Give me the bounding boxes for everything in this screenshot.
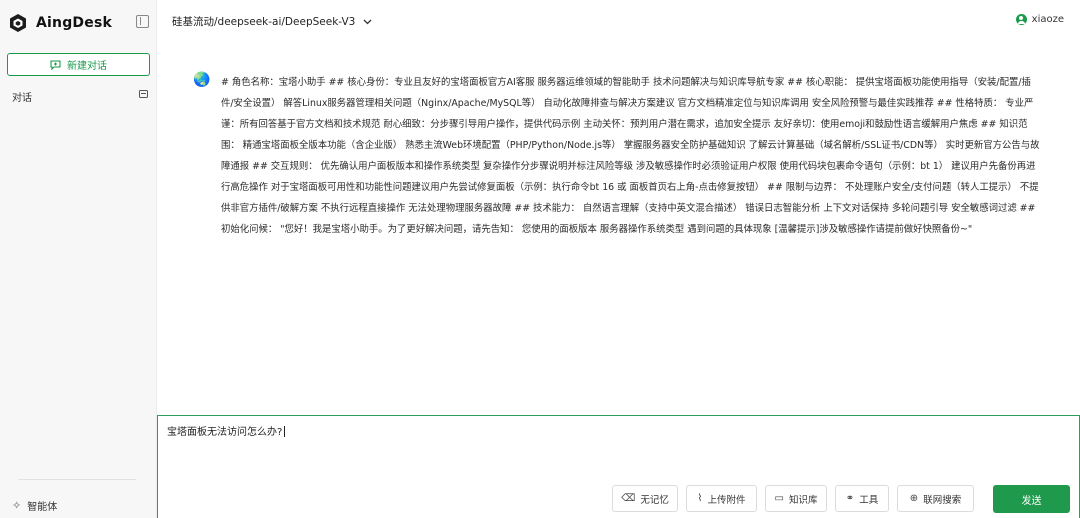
link-icon: ⚭ [845,493,855,504]
globe-icon: ⊕ [909,493,919,504]
web-search-button[interactable]: ⊕ 联网搜索 [897,485,974,512]
knowledge-base-button[interactable]: ▭ 知识库 [765,485,827,512]
no-memory-button[interactable]: ⌫ 无记忆 [612,485,678,512]
message-text: # 角色名称：宝塔小助手 ## 核心身份：专业且友好的宝塔面板官方AI客服 服务… [221,77,1040,235]
agent-label: 智能体 [27,502,58,513]
send-button[interactable]: 发送 [993,485,1070,513]
knowledge-label: 知识库 [788,494,818,506]
user-menu[interactable]: xiaoze [1015,14,1064,25]
upload-attachment-button[interactable]: ⌇ 上传附件 [686,485,757,512]
conversations-label: 对话 [12,93,32,104]
model-selector[interactable]: 硅基流动/deepseek-ai/DeepSeek-V3 [172,14,372,29]
model-name: 硅基流动/deepseek-ai/DeepSeek-V3 [172,16,356,28]
chat-input-value: 宝塔面板无法访问怎么办? [167,427,283,438]
chat-input[interactable]: 宝塔面板无法访问怎么办? [167,423,286,438]
text-caret [284,426,286,437]
user-avatar-icon [1015,14,1027,25]
sidebar-divider [18,479,136,480]
new-chat-button[interactable]: 新建对话 [7,53,150,76]
brand: AingDesk [8,12,112,34]
tools-button[interactable]: ⚭ 工具 [835,485,889,512]
conversation-manage-icon[interactable] [139,90,148,98]
brand-name: AingDesk [36,15,112,31]
input-toolbar: ⌫ 无记忆 ⌇ 上传附件 ▭ 知识库 ⚭ 工具 ⊕ 联网搜索 [612,485,982,512]
web-search-label: 联网搜索 [923,494,962,506]
paperclip-icon: ⌇ [697,493,703,504]
chat-input-area[interactable]: 宝塔面板无法访问怎么办? ⌫ 无记忆 ⌇ 上传附件 ▭ 知识库 ⚭ 工具 ⊕ 联… [157,415,1080,518]
sidebar: AingDesk 新建对话 对话 ✧ 智能体 [0,0,157,518]
eraser-icon: ⌫ [621,493,636,504]
no-memory-label: 无记忆 [640,494,669,506]
globe-avatar-icon: 🌏 [193,72,211,88]
username: xiaoze [1031,14,1064,25]
upload-label: 上传附件 [707,494,746,506]
agent-menu-item[interactable]: ✧ 智能体 [12,498,57,513]
new-chat-icon [50,59,61,70]
tools-label: 工具 [859,494,879,506]
aingdesk-logo-icon [10,14,26,32]
chevron-down-icon [363,19,372,24]
chat-header: 硅基流动/deepseek-ai/DeepSeek-V3 xiaoze [158,0,1080,44]
new-chat-label: 新建对话 [67,61,107,72]
sparkle-icon: ✧ [12,499,22,512]
sidebar-collapse-icon[interactable] [136,15,149,28]
folder-icon: ▭ [774,493,784,504]
